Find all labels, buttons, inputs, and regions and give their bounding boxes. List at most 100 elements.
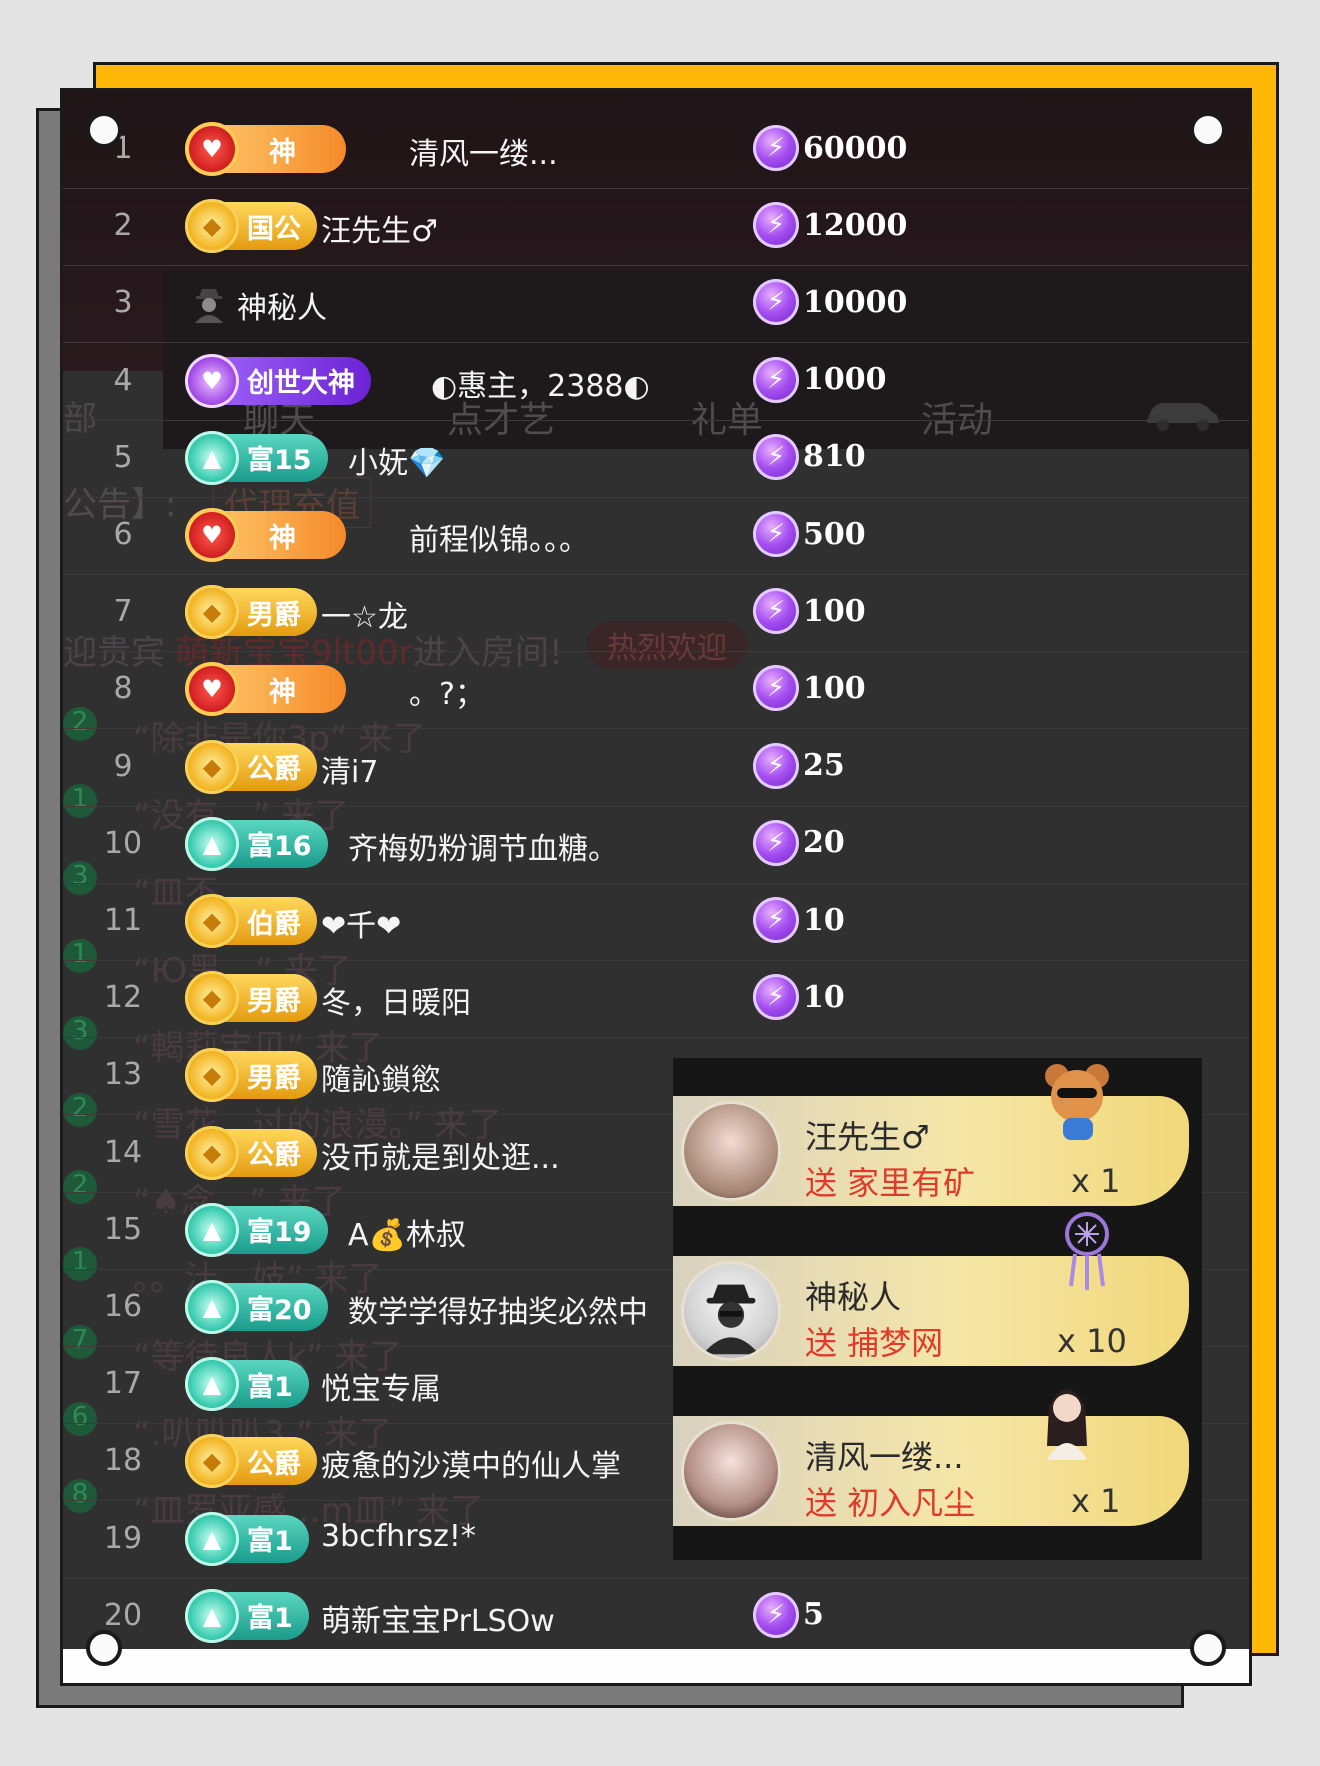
badge-emblem-icon: ♥ bbox=[185, 353, 239, 408]
badge-emblem-icon: ◆ bbox=[185, 894, 239, 948]
rank-number: 16 bbox=[103, 1289, 143, 1324]
level-badge: ▲ 富20 bbox=[185, 1280, 328, 1334]
user-nickname[interactable]: 数学学得好抽奖必然中 bbox=[348, 1287, 648, 1331]
rank-number: 9 bbox=[113, 748, 133, 784]
badge-emblem-icon: ▲ bbox=[185, 1202, 239, 1257]
ranking-row[interactable]: 5 ▲ 富15 小妩💎 ⚡ 810 bbox=[63, 420, 1249, 498]
user-nickname[interactable]: A💰林叔 bbox=[348, 1210, 466, 1254]
amount-value: 5 bbox=[803, 1597, 824, 1633]
level-badge: ♥ 神 bbox=[185, 122, 346, 176]
badge-emblem-icon: ▲ bbox=[185, 1588, 239, 1643]
user-nickname[interactable]: 清风一缕... bbox=[409, 129, 558, 173]
pin-bottom-left-icon bbox=[86, 1630, 122, 1666]
rank-number: 5 bbox=[113, 439, 133, 475]
user-nickname[interactable]: 没币就是到处逛... bbox=[321, 1133, 560, 1177]
lightning-icon: ⚡ bbox=[753, 511, 799, 557]
badge-label: 富20 bbox=[247, 1294, 312, 1326]
gift-sender: 神秘人 bbox=[805, 1278, 902, 1316]
mystery-person-icon bbox=[189, 283, 229, 324]
badge-label: 富1 bbox=[247, 1371, 293, 1403]
user-nickname[interactable]: 齐梅奶粉调节血糖。 bbox=[348, 824, 618, 868]
lightning-icon: ⚡ bbox=[753, 665, 799, 712]
rank-number: 4 bbox=[113, 362, 133, 398]
user-nickname[interactable]: 萌新宝宝PrLSOw bbox=[321, 1596, 555, 1640]
rank-number: 13 bbox=[103, 1057, 143, 1093]
lightning-icon: ⚡ bbox=[753, 433, 799, 480]
lightning-icon: ⚡ bbox=[753, 588, 799, 635]
user-nickname[interactable]: 小妩💎 bbox=[348, 438, 445, 482]
rank-number: 12 bbox=[103, 980, 143, 1016]
user-nickname[interactable]: 清i7 bbox=[321, 747, 378, 791]
user-nickname[interactable]: 前程似锦。。。 bbox=[409, 515, 589, 559]
fairy-girl-icon bbox=[1047, 1389, 1087, 1460]
badge-emblem-icon: ▲ bbox=[185, 1280, 239, 1334]
badge-label: 富19 bbox=[247, 1217, 312, 1249]
ranking-row[interactable]: 4 ♥ 创世大神 ◐惠主，2388◐ ⚡ 1000 bbox=[63, 343, 1249, 421]
gift-notification-panel: 汪先生♂ 送 家里有矿 x 1 神秘人 送 捕梦网 x 10 清风一缕... 送… bbox=[673, 1058, 1202, 1560]
gift-count: x 1 bbox=[1071, 1162, 1121, 1200]
user-nickname[interactable]: ◐惠主，2388◐ bbox=[431, 361, 650, 405]
badge-emblem-icon: ▲ bbox=[185, 1357, 239, 1412]
level-badge: ◆ 公爵 bbox=[185, 739, 317, 794]
contribution-amount: ⚡ 12000 bbox=[753, 202, 907, 249]
panel-bottom-strip bbox=[63, 1649, 1249, 1683]
amount-value: 20 bbox=[803, 825, 845, 861]
rank-number: 2 bbox=[113, 208, 133, 244]
ranking-row[interactable]: 6 ♥ 神 前程似锦。。。 ⚡ 500 bbox=[63, 497, 1249, 575]
amount-value: 500 bbox=[803, 516, 866, 552]
contribution-amount: ⚡ 810 bbox=[753, 433, 866, 480]
rank-number: 15 bbox=[103, 1211, 143, 1247]
ranking-row[interactable]: 3 神秘人 ⚡ 10000 bbox=[63, 265, 1249, 344]
rank-number: 11 bbox=[103, 903, 143, 938]
ranking-row[interactable]: 12 ◆ 男爵 冬，日暖阳 ⚡ 10 bbox=[63, 960, 1249, 1039]
ranking-row[interactable]: 11 ◆ 伯爵 ❤千❤ ⚡ 10 bbox=[63, 883, 1249, 961]
ranking-row[interactable]: 1 ♥ 神清风一缕... ⚡ 60000 bbox=[63, 111, 1249, 189]
gift-action: 送 家里有矿 bbox=[805, 1164, 976, 1202]
contribution-amount: ⚡ 500 bbox=[753, 511, 866, 557]
rank-number: 6 bbox=[113, 517, 133, 552]
level-badge: ▲ 富15 bbox=[185, 430, 328, 485]
user-nickname[interactable]: 3bcfhrsz!* bbox=[321, 1519, 476, 1554]
user-nickname[interactable]: 隨訫鎖慾 bbox=[321, 1055, 441, 1099]
user-nickname[interactable]: ❤千❤ bbox=[321, 901, 401, 945]
pin-bottom-right-icon bbox=[1190, 1630, 1226, 1666]
rank-number: 19 bbox=[103, 1520, 143, 1556]
user-nickname[interactable]: 疲惫的沙漠中的仙人掌 bbox=[321, 1441, 621, 1485]
amount-value: 10000 bbox=[803, 284, 908, 320]
ranking-row[interactable]: 10 ▲ 富16 齐梅奶粉调节血糖。 ⚡ 20 bbox=[63, 806, 1249, 884]
ranking-row[interactable]: 2 ◆ 国公 汪先生♂ ⚡ 12000 bbox=[63, 188, 1249, 267]
badge-label: 富15 bbox=[247, 445, 312, 477]
user-nickname[interactable]: 。?； bbox=[409, 669, 485, 713]
bear-sunglasses-icon bbox=[1045, 1064, 1109, 1140]
pin-top-left-icon bbox=[86, 112, 122, 148]
contribution-amount: ⚡ 60000 bbox=[753, 125, 907, 171]
badge-label: 男爵 bbox=[247, 1062, 301, 1094]
gift-action: 送 捕梦网 bbox=[805, 1324, 944, 1362]
ranking-row[interactable]: 8 ♥ 神。?； ⚡ 100 bbox=[63, 651, 1249, 730]
gift-card[interactable]: 清风一缕... 送 初入凡尘 x 1 bbox=[673, 1416, 1189, 1526]
amount-value: 10 bbox=[803, 902, 845, 938]
contribution-amount: ⚡ 10 bbox=[753, 974, 845, 1021]
level-badge: ◆ 公爵 bbox=[185, 1125, 317, 1180]
lightning-icon: ⚡ bbox=[753, 279, 799, 326]
ranking-row[interactable]: 20 ▲ 富1 萌新宝宝PrLSOw ⚡ 5 bbox=[63, 1578, 1249, 1656]
lightning-icon: ⚡ bbox=[753, 125, 799, 171]
user-nickname[interactable]: 神秘人 bbox=[237, 283, 327, 327]
rank-number: 3 bbox=[113, 285, 133, 321]
user-nickname[interactable]: 悦宝专属 bbox=[321, 1364, 441, 1408]
contribution-amount: ⚡ 100 bbox=[753, 665, 866, 712]
lightning-icon: ⚡ bbox=[753, 356, 799, 403]
level-badge: ♥ 神 bbox=[185, 508, 346, 562]
user-nickname[interactable]: 冬，日暖阳 bbox=[321, 978, 471, 1022]
user-nickname[interactable]: 一☆龙 bbox=[321, 592, 408, 636]
badge-label: 男爵 bbox=[247, 985, 301, 1017]
badge-label: 伯爵 bbox=[247, 908, 301, 940]
ranking-row[interactable]: 7 ◆ 男爵 一☆龙 ⚡ 100 bbox=[63, 574, 1249, 653]
level-badge: ◆ 男爵 bbox=[185, 971, 317, 1026]
badge-label: 神 bbox=[269, 136, 296, 168]
ranking-row[interactable]: 9 ◆ 公爵 清i7 ⚡ 25 bbox=[63, 729, 1249, 807]
badge-emblem-icon: ◆ bbox=[185, 199, 239, 254]
badge-emblem-icon: ▲ bbox=[185, 1511, 239, 1566]
badge-emblem-icon: ▲ bbox=[185, 816, 239, 871]
user-nickname[interactable]: 汪先生♂ bbox=[321, 206, 438, 250]
